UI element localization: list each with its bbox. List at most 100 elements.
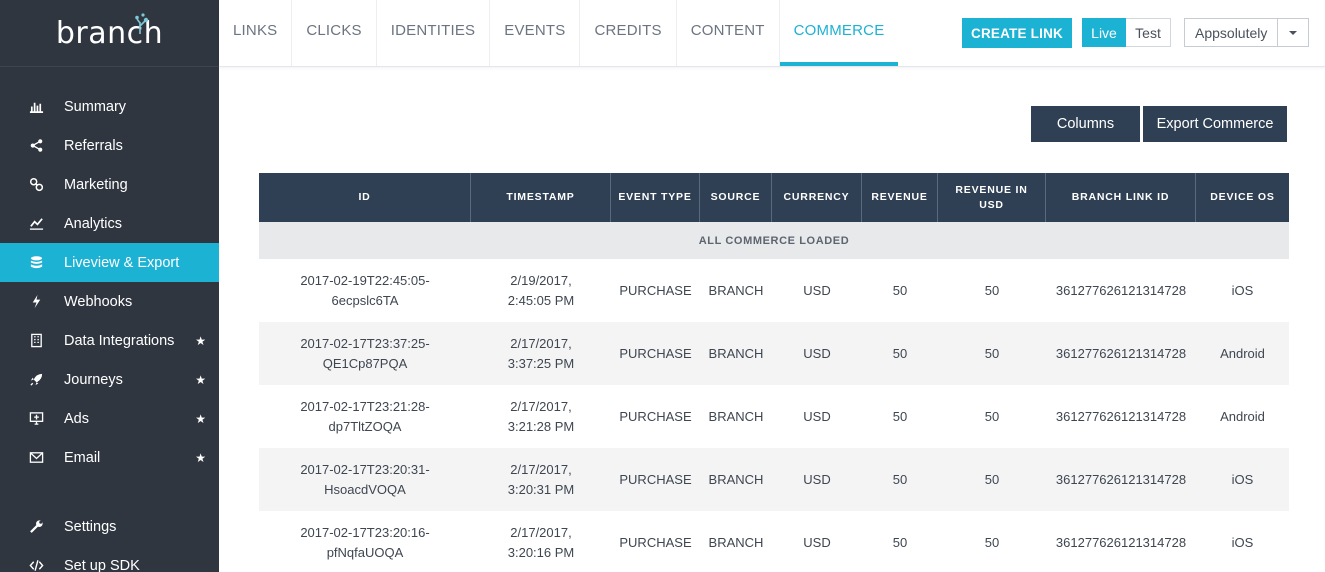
star-icon: ★ xyxy=(195,412,206,426)
table-row[interactable]: 2017-02-17T23:37:25-QE1Cp87PQA 2/17/2017,… xyxy=(259,322,1289,385)
sidebar-item-analytics[interactable]: Analytics xyxy=(0,204,219,243)
cell-timestamp: 2/19/2017, 2:45:05 PM xyxy=(507,272,575,308)
app-selector[interactable]: Appsolutely xyxy=(1184,18,1309,47)
cell-revenue: 50 xyxy=(892,471,908,487)
star-icon: ★ xyxy=(195,451,206,465)
sidebar-item-referrals[interactable]: Referrals xyxy=(0,126,219,165)
commerce-table: ID TIMESTAMP EVENT TYPE SOURCE CURRENCY REVEN… xyxy=(259,173,1289,572)
cell-revenue-in-usd: 50 xyxy=(984,534,1000,550)
table-row[interactable]: 2017-02-17T23:21:28-dp7TltZOQA 2/17/2017,… xyxy=(259,385,1289,448)
column-header-id[interactable]: ID xyxy=(259,173,471,222)
cell-currency: USD xyxy=(803,408,831,424)
cell-id: 2017-02-17T23:20:31-HsoacdVOQA xyxy=(300,461,430,497)
cell-branch-link-id: 361277626121314728 xyxy=(1055,534,1187,550)
column-header-revenue-in-usd[interactable]: REVENUE IN USD xyxy=(938,173,1046,222)
tab-clicks[interactable]: CLICKS xyxy=(292,0,377,66)
all-loaded-banner: ALL COMMERCE LOADED xyxy=(259,222,1289,259)
table-body: 2017-02-19T22:45:05-6ecpslc6TA 2/19/2017,… xyxy=(259,259,1289,572)
cell-source: BRANCH xyxy=(708,534,764,550)
column-header-timestamp[interactable]: TIMESTAMP xyxy=(471,173,611,222)
star-icon: ★ xyxy=(195,334,206,348)
cell-device-os: Android xyxy=(1220,345,1265,361)
sidebar-item-label: Webhooks xyxy=(64,293,133,310)
columns-button[interactable]: Columns xyxy=(1031,106,1140,142)
column-header-source[interactable]: SOURCE xyxy=(700,173,772,222)
column-header-branch-link-id[interactable]: BRANCH LINK ID xyxy=(1046,173,1196,222)
create-link-button[interactable]: CREATE LINK xyxy=(962,18,1072,48)
bar-chart-icon xyxy=(28,99,44,115)
cell-event-type: PURCHASE xyxy=(619,408,692,424)
tab-content[interactable]: CONTENT xyxy=(677,0,780,66)
cell-branch-link-id: 361277626121314728 xyxy=(1055,471,1187,487)
sidebar-item-data-integrations[interactable]: Data Integrations ★ xyxy=(0,321,219,360)
branch-logo[interactable]: branch xyxy=(0,0,219,67)
tab-links[interactable]: LINKS xyxy=(219,0,293,66)
sidebar-item-label: Data Integrations xyxy=(64,332,175,349)
cell-device-os: iOS xyxy=(1231,471,1254,487)
wrench-icon xyxy=(28,519,44,535)
live-toggle-button[interactable]: Live xyxy=(1082,18,1126,47)
sidebar-item-email[interactable]: Email ★ xyxy=(0,438,219,477)
sidebar-nav: Summary Referrals Marketing Analytics Livevi… xyxy=(0,87,219,477)
star-icon: ★ xyxy=(195,373,206,387)
column-header-event-type[interactable]: EVENT TYPE xyxy=(611,173,700,222)
cell-source: BRANCH xyxy=(708,345,764,361)
column-header-revenue[interactable]: REVENUE xyxy=(862,173,938,222)
cell-revenue-in-usd: 50 xyxy=(984,408,1000,424)
line-chart-icon xyxy=(28,216,44,232)
tab-identities[interactable]: IDENTITIES xyxy=(377,0,491,66)
cell-revenue: 50 xyxy=(892,345,908,361)
column-header-currency[interactable]: CURRENCY xyxy=(772,173,862,222)
export-commerce-button[interactable]: Export Commerce xyxy=(1143,106,1287,142)
cell-timestamp: 2/17/2017, 3:37:25 PM xyxy=(507,335,575,371)
cell-currency: USD xyxy=(803,534,831,550)
cell-event-type: PURCHASE xyxy=(619,534,692,550)
cell-revenue-in-usd: 50 xyxy=(984,345,1000,361)
caret-down-icon[interactable] xyxy=(1278,19,1308,46)
cell-revenue: 50 xyxy=(892,282,908,298)
sidebar-bottom-nav: Settings Set up SDK xyxy=(0,507,219,572)
cell-timestamp: 2/17/2017, 3:20:16 PM xyxy=(507,524,575,560)
sidebar-item-webhooks[interactable]: Webhooks xyxy=(0,282,219,321)
test-toggle-button[interactable]: Test xyxy=(1126,18,1171,47)
cell-currency: USD xyxy=(803,282,831,298)
main-content: Columns Export Commerce ID TIMESTAMP EVENT… xyxy=(219,67,1325,572)
cell-currency: USD xyxy=(803,345,831,361)
sidebar-item-label: Liveview & Export xyxy=(64,254,180,271)
cell-revenue-in-usd: 50 xyxy=(984,282,1000,298)
cell-branch-link-id: 361277626121314728 xyxy=(1055,408,1187,424)
cell-revenue-in-usd: 50 xyxy=(984,471,1000,487)
sidebar-item-journeys[interactable]: Journeys ★ xyxy=(0,360,219,399)
cell-timestamp: 2/17/2017, 3:21:28 PM xyxy=(507,398,575,434)
sidebar-item-ads[interactable]: Ads ★ xyxy=(0,399,219,438)
top-tabs: LINKS CLICKS IDENTITIES EVENTS CREDITS CONTEN… xyxy=(219,0,899,66)
tab-commerce[interactable]: COMMERCE xyxy=(779,0,899,66)
cell-revenue: 50 xyxy=(892,534,908,550)
column-header-device-os[interactable]: DEVICE OS xyxy=(1196,173,1289,222)
code-icon xyxy=(28,558,44,572)
share-icon xyxy=(28,138,44,154)
sidebar-item-settings[interactable]: Settings xyxy=(0,507,219,546)
rocket-icon xyxy=(28,372,44,388)
sidebar-item-marketing[interactable]: Marketing xyxy=(0,165,219,204)
cell-id: 2017-02-17T23:21:28-dp7TltZOQA xyxy=(300,398,430,434)
bolt-icon xyxy=(28,294,44,310)
sidebar-item-summary[interactable]: Summary xyxy=(0,87,219,126)
sidebar-item-label: Set up SDK xyxy=(64,557,140,572)
table-row[interactable]: 2017-02-19T22:45:05-6ecpslc6TA 2/19/2017,… xyxy=(259,259,1289,322)
monitor-icon xyxy=(28,411,44,427)
table-row[interactable]: 2017-02-17T23:20:16-pfNqfaUOQA 2/17/2017,… xyxy=(259,511,1289,572)
sidebar: branch Summary Referrals Marketing Analytic… xyxy=(0,0,219,572)
sidebar-item-label: Marketing xyxy=(64,176,128,193)
tab-events[interactable]: EVENTS xyxy=(490,0,581,66)
sidebar-item-set-up-sdk[interactable]: Set up SDK xyxy=(0,546,219,572)
sidebar-item-label: Email xyxy=(64,449,101,466)
envelope-icon xyxy=(28,450,44,466)
environment-toggle: Live Test xyxy=(1082,18,1171,47)
sidebar-item-label: Settings xyxy=(64,518,117,535)
tab-credits[interactable]: CREDITS xyxy=(580,0,677,66)
table-row[interactable]: 2017-02-17T23:20:31-HsoacdVOQA 2/17/2017,… xyxy=(259,448,1289,511)
cell-branch-link-id: 361277626121314728 xyxy=(1055,282,1187,298)
sidebar-item-liveview-and-export[interactable]: Liveview & Export xyxy=(0,243,219,282)
cell-event-type: PURCHASE xyxy=(619,282,692,298)
